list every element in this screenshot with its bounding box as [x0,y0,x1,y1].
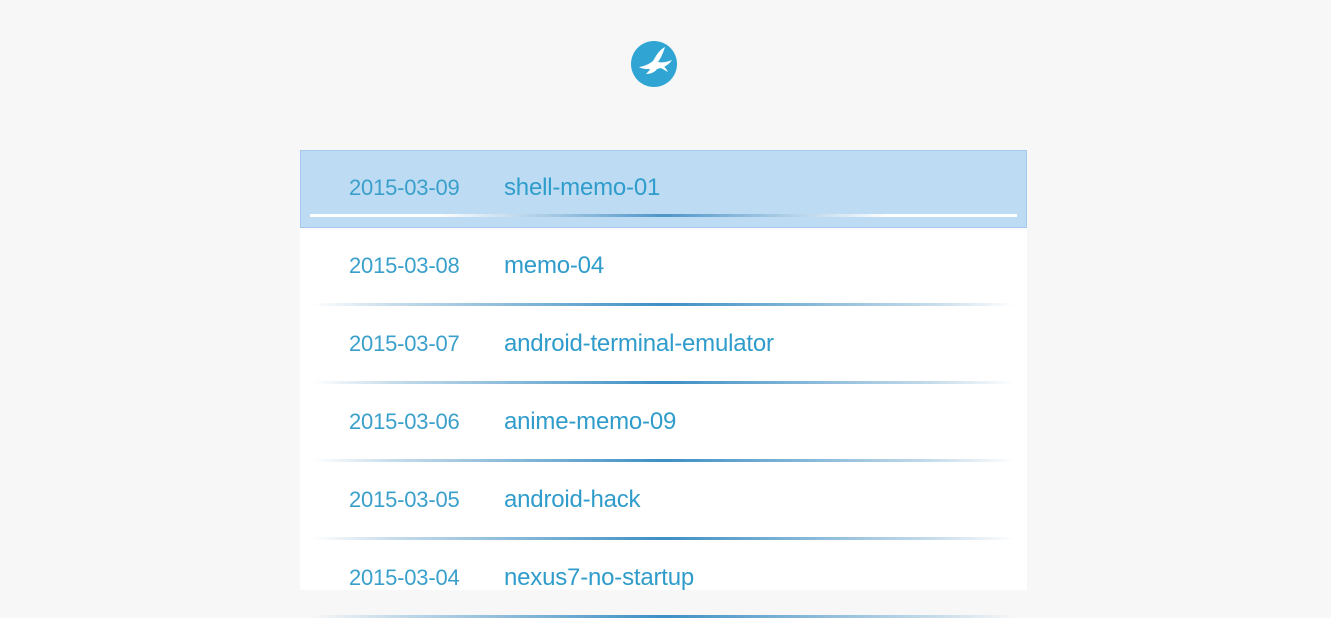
row-divider [310,214,1017,217]
post-title-link[interactable]: android-terminal-emulator [504,330,774,358]
site-logo-icon[interactable] [631,41,677,87]
post-row[interactable]: 2015-03-06 anime-memo-09 [300,384,1027,462]
post-row[interactable]: 2015-03-05 android-hack [300,462,1027,540]
post-row[interactable]: 2015-03-04 nexus7-no-startup [300,540,1027,618]
post-row[interactable]: 2015-03-09 shell-memo-01 [300,150,1027,228]
post-title-link[interactable]: android-hack [504,486,641,514]
post-date: 2015-03-05 [349,487,460,512]
post-title-link[interactable]: memo-04 [504,252,604,280]
post-date: 2015-03-08 [349,253,460,278]
post-date: 2015-03-09 [349,175,460,200]
post-title-link[interactable]: nexus7-no-startup [504,564,694,592]
post-title-link[interactable]: shell-memo-01 [504,174,660,202]
post-row[interactable]: 2015-03-07 android-terminal-emulator [300,306,1027,384]
post-date: 2015-03-07 [349,331,460,356]
post-date: 2015-03-04 [349,565,460,590]
post-list: 2015-03-09 shell-memo-01 2015-03-08 memo… [300,150,1027,618]
post-date: 2015-03-06 [349,409,460,434]
post-row[interactable]: 2015-03-08 memo-04 [300,228,1027,306]
post-title-link[interactable]: anime-memo-09 [504,408,676,436]
